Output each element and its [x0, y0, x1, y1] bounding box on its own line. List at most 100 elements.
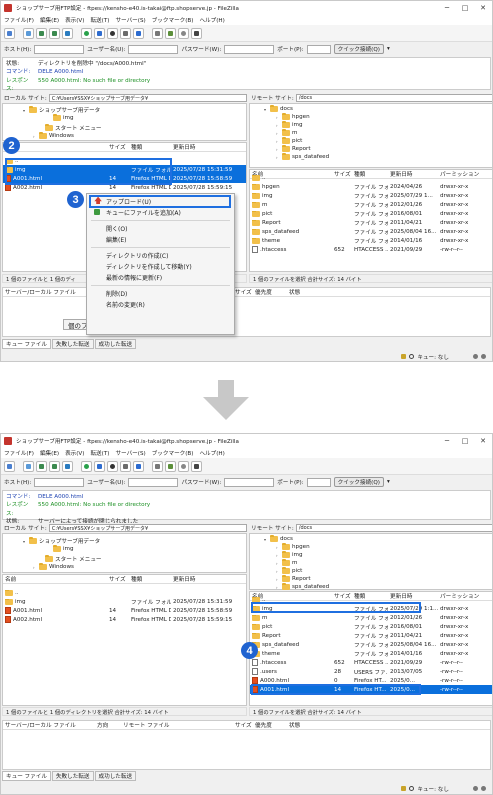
file-row[interactable]: m ファイル フォ...2012/01/26 drwxr-xr-x [250, 613, 492, 622]
expand-icon[interactable]: › [276, 577, 280, 582]
expand-icon[interactable]: ▾ [23, 108, 27, 113]
maximize-button[interactable]: □ [456, 434, 474, 447]
menu-item-create-dir-enter[interactable]: ディレクトリを作成して移動(Y) [87, 261, 234, 272]
menu-edit[interactable]: 編集(E) [40, 449, 59, 457]
process-queue-icon[interactable] [94, 460, 105, 472]
file-row[interactable]: A001.html 14 Firefox HTML Doc...2025/07/28… [3, 606, 246, 615]
expand-icon[interactable]: › [276, 585, 280, 590]
tree-node[interactable]: › img [276, 121, 303, 128]
tree-node[interactable]: › Report [276, 575, 311, 582]
expand-icon[interactable]: › [276, 561, 280, 566]
column-header[interactable]: 更新日時 [171, 575, 239, 583]
file-row[interactable]: .. [250, 173, 492, 182]
expand-icon[interactable]: › [276, 553, 280, 558]
refresh-icon[interactable] [81, 460, 92, 472]
menu-help[interactable]: ヘルプ(H) [199, 449, 224, 457]
close-button[interactable]: ✕ [474, 1, 492, 14]
menu-server[interactable]: サーバー(S) [115, 449, 145, 457]
column-header[interactable]: サイズ [107, 143, 129, 151]
expand-icon[interactable]: › [276, 139, 280, 144]
tree-node[interactable]: › pict [276, 137, 302, 144]
host-input[interactable] [34, 477, 85, 487]
file-row[interactable]: theme ファイル フォ...2014/01/16 drwxr-xr-x [250, 236, 492, 245]
cancel-icon[interactable] [107, 27, 118, 39]
tab-failed-transfers[interactable]: 失敗した転送 [51, 771, 94, 781]
tree-node[interactable]: スタート メニュー [39, 124, 102, 132]
file-row[interactable]: Report ファイル フォ...2011/04/21 drwxr-xr-x [250, 218, 492, 227]
menu-bookmarks[interactable]: ブックマーク(B) [152, 16, 194, 24]
user-input[interactable] [128, 477, 179, 487]
tree-node[interactable]: ▾ ショップサーブ用データ [23, 106, 100, 114]
tree-node[interactable]: img [47, 114, 74, 121]
site-manager-button[interactable] [4, 27, 15, 39]
menu-item-refresh[interactable]: 最新の情報に更新(F) [87, 272, 234, 283]
binoculars-icon[interactable] [191, 460, 202, 472]
menu-server[interactable]: サーバー(S) [115, 16, 145, 24]
file-row[interactable]: .. [3, 588, 246, 597]
search-icon[interactable] [178, 27, 189, 39]
local-path-input[interactable]: C:¥Users¥SSX¥ショップサーブ用データ¥ [48, 94, 247, 102]
tree-node[interactable]: › pict [276, 567, 302, 574]
tab-successful-transfers[interactable]: 成功した転送 [94, 339, 137, 349]
site-manager-button[interactable] [4, 460, 15, 472]
tree-node[interactable]: › hpgen [276, 543, 310, 550]
port-input[interactable] [306, 477, 331, 487]
binoculars-icon[interactable] [191, 27, 202, 39]
maximize-button[interactable]: □ [456, 1, 474, 14]
remote-path-input[interactable]: /docs [295, 94, 492, 102]
expand-icon[interactable]: ▾ [23, 539, 27, 544]
menu-transfer[interactable]: 転送(T) [90, 16, 109, 24]
filter-icon[interactable] [152, 27, 163, 39]
tree-node[interactable]: ▾ docs [264, 105, 293, 112]
user-input[interactable] [128, 44, 179, 54]
menu-file[interactable]: ファイル(F) [4, 449, 34, 457]
tree-node[interactable]: ▾ ショップサーブ用データ [23, 537, 100, 545]
file-row[interactable]: pict ファイル フォ...2016/08/01 drwxr-xr-x [250, 209, 492, 218]
column-header[interactable]: サイズ [107, 575, 129, 583]
expand-icon[interactable]: › [276, 155, 280, 160]
password-input[interactable] [224, 477, 275, 487]
column-header[interactable]: 種類 [129, 143, 171, 151]
remote-path-input[interactable]: /docs [295, 524, 492, 532]
expand-icon[interactable]: › [276, 115, 280, 120]
file-row[interactable]: theme ファイル フォ...2014/01/16 drwxr-xr-x [250, 649, 492, 658]
password-input[interactable] [224, 44, 275, 54]
refresh-icon[interactable] [81, 27, 92, 39]
disconnect-icon[interactable] [120, 460, 131, 472]
process-queue-icon[interactable] [94, 27, 105, 39]
expand-icon[interactable]: ▾ [264, 107, 268, 112]
expand-icon[interactable]: ▾ [264, 537, 268, 542]
menu-item-open[interactable]: 開く(O) [87, 223, 234, 234]
file-row[interactable]: A002.html 14 Firefox HTML Doc...2025/07/28… [3, 615, 246, 624]
tree-node[interactable]: › sps_datafeed [276, 153, 329, 160]
quickconnect-dropdown-icon[interactable]: ▾ [387, 479, 390, 485]
toggle-log-button[interactable] [23, 27, 34, 39]
expand-icon[interactable]: › [33, 134, 37, 139]
expand-icon[interactable]: › [276, 569, 280, 574]
sync-browse-icon[interactable] [165, 460, 176, 472]
tree-node[interactable]: › hpgen [276, 113, 310, 120]
disconnect-icon[interactable] [120, 27, 131, 39]
menu-help[interactable]: ヘルプ(H) [199, 16, 224, 24]
expand-icon[interactable]: › [276, 131, 280, 136]
tab-failed-transfers[interactable]: 失敗した転送 [51, 339, 94, 349]
menu-item-create-dir[interactable]: ディレクトリの作成(C) [87, 250, 234, 261]
menu-item-add-to-queue[interactable]: キューにファイルを追加(A) [87, 207, 234, 218]
tree-node[interactable]: › Report [276, 145, 311, 152]
column-header[interactable]: 更新日時 [171, 143, 239, 151]
search-icon[interactable] [178, 460, 189, 472]
toggle-local-tree-button[interactable] [36, 27, 47, 39]
toggle-queue-button[interactable] [62, 27, 73, 39]
sync-browse-icon[interactable] [165, 27, 176, 39]
menu-item-delete[interactable]: 削除(D) [87, 288, 234, 299]
reconnect-icon[interactable] [133, 460, 144, 472]
file-row[interactable]: img ファイル フォルダー2025/07/28 15:31:59 [3, 597, 246, 606]
toggle-log-button[interactable] [23, 460, 34, 472]
tree-node[interactable]: › m [276, 559, 297, 566]
tree-node[interactable]: img [47, 545, 74, 552]
column-header[interactable]: 名前 [3, 575, 107, 583]
menu-view[interactable]: 表示(V) [65, 16, 84, 24]
filter-icon[interactable] [152, 460, 163, 472]
tree-node[interactable]: › img [276, 551, 303, 558]
menu-file[interactable]: ファイル(F) [4, 16, 34, 24]
